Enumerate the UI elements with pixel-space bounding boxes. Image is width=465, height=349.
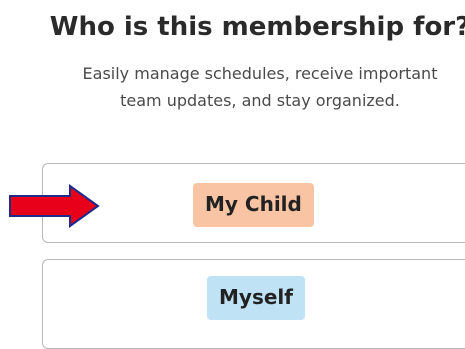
page-title: Who is this membership for? (49, 12, 465, 42)
arrow-shape (9, 184, 100, 228)
option-myself-card[interactable]: Myself (42, 259, 465, 349)
red-arrow-icon (9, 184, 100, 228)
option-myself-label: Myself (207, 276, 305, 320)
option-my-child-card[interactable]: My Child (42, 163, 465, 243)
page-subtitle: Easily manage schedules, receive importa… (82, 64, 438, 110)
option-my-child-label: My Child (193, 183, 314, 227)
